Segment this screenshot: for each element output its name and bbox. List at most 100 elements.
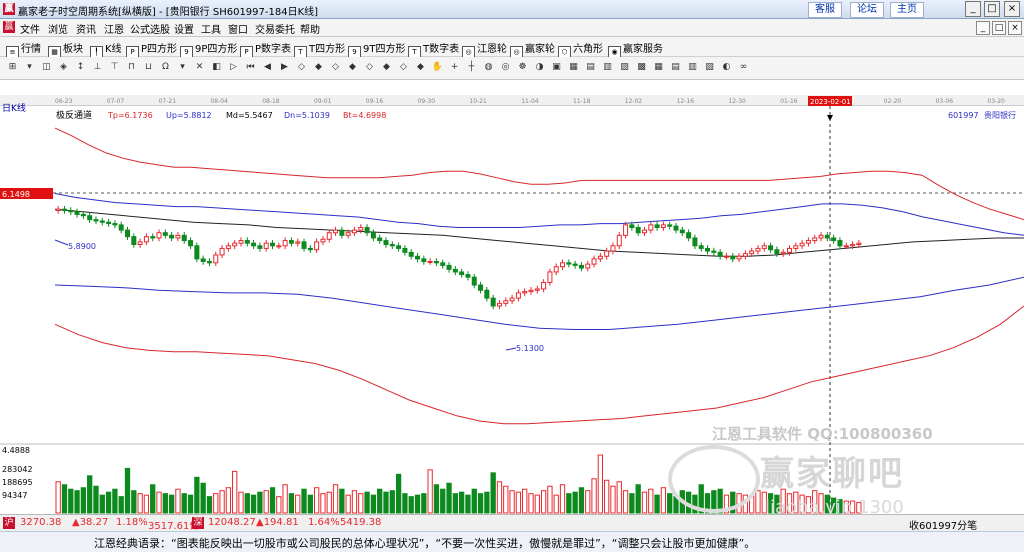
volume-bar: [105, 491, 112, 514]
draw-tool-icon[interactable]: ⊓: [125, 61, 138, 74]
menu-help[interactable]: 帮助: [300, 21, 320, 36]
volume-bar: [194, 476, 200, 514]
candle-body: [837, 240, 843, 247]
minimize-button[interactable]: _: [965, 1, 981, 17]
draw-tool-icon[interactable]: +: [448, 61, 461, 74]
draw-tool-icon[interactable]: ◆: [380, 61, 393, 74]
draw-tool-icon[interactable]: ◐: [720, 61, 733, 74]
draw-tool-icon[interactable]: ◆: [312, 61, 325, 74]
candle-body: [61, 208, 67, 211]
candle-body: [717, 251, 723, 257]
draw-tool-icon[interactable]: ◑: [533, 61, 546, 74]
volume-bar: [364, 491, 370, 514]
volume-bar: [477, 493, 484, 514]
draw-tool-icon[interactable]: ◇: [363, 61, 376, 74]
volume-bar: [572, 491, 578, 514]
draw-tool-icon[interactable]: ◎: [499, 61, 512, 74]
draw-tool-icon[interactable]: ∞: [737, 61, 750, 74]
menu-file[interactable]: 文件: [20, 21, 40, 36]
draw-tool-icon[interactable]: ◈: [57, 61, 70, 74]
draw-tool-icon[interactable]: ⊞: [6, 61, 19, 74]
volume-bar: [452, 493, 458, 514]
candle-body: [440, 262, 446, 266]
high-marker-label: 5.8900: [68, 242, 96, 251]
menu-trade[interactable]: 交易委托: [255, 21, 295, 36]
sh-market-icon[interactable]: 沪: [3, 517, 15, 529]
close-button[interactable]: ×: [1004, 1, 1020, 17]
watermark-line2: 赢家聊吧: [760, 454, 904, 494]
candle-body: [698, 245, 704, 249]
volume-bar: [250, 494, 257, 514]
draw-tool-icon[interactable]: ◆: [414, 61, 427, 74]
volume-bar: [68, 488, 74, 514]
status-right-text[interactable]: 收601997分笔: [909, 517, 977, 532]
doc-icon[interactable]: 赢: [3, 21, 15, 33]
maximize-button[interactable]: □: [984, 1, 1000, 17]
draw-tool-icon[interactable]: ⊥: [91, 61, 104, 74]
link-customer-service[interactable]: 客服: [808, 2, 842, 18]
draw-tool-icon[interactable]: ◇: [397, 61, 410, 74]
draw-tool-icon[interactable]: ◫: [40, 61, 53, 74]
draw-tool-icon[interactable]: ◆: [346, 61, 359, 74]
mdi-minimize-button[interactable]: _: [976, 21, 990, 35]
draw-tool-icon[interactable]: ▣: [550, 61, 563, 74]
link-home[interactable]: 主页: [890, 2, 924, 18]
candle-body: [805, 240, 811, 244]
volume-bar: [440, 488, 446, 514]
candle-body: [723, 255, 729, 258]
draw-tool-icon[interactable]: ☸: [516, 61, 529, 74]
menu-tools[interactable]: 工具: [201, 21, 221, 36]
draw-tool-icon[interactable]: ▶: [278, 61, 291, 74]
draw-tool-icon[interactable]: ⊤: [108, 61, 121, 74]
draw-tool-icon[interactable]: ▤: [584, 61, 597, 74]
candle-body: [824, 234, 830, 239]
draw-tool-icon[interactable]: ◍: [482, 61, 495, 74]
volume-bar: [395, 473, 402, 514]
draw-tool-icon[interactable]: ◇: [295, 61, 308, 74]
candle-body: [749, 250, 755, 255]
draw-tool-icon[interactable]: ✕: [193, 61, 206, 74]
draw-tool-icon[interactable]: ▦: [567, 61, 580, 74]
volume-bar: [351, 490, 358, 514]
draw-tool-icon[interactable]: ▤: [669, 61, 682, 74]
mdi-close-button[interactable]: ×: [1008, 21, 1022, 35]
candle-body: [585, 263, 591, 269]
draw-tool-icon[interactable]: ▾: [176, 61, 189, 74]
candle-body: [106, 221, 112, 225]
draw-tool-icon[interactable]: ▥: [686, 61, 699, 74]
draw-tool-icon[interactable]: ▥: [601, 61, 614, 74]
draw-tool-icon[interactable]: ▨: [618, 61, 631, 74]
menu-settings[interactable]: 设置: [174, 21, 194, 36]
draw-tool-icon[interactable]: Ω: [159, 61, 172, 74]
draw-tool-icon[interactable]: ◀: [261, 61, 274, 74]
draw-tool-icon[interactable]: ◧: [210, 61, 223, 74]
candle-body: [793, 245, 799, 249]
draw-tool-icon[interactable]: ┼: [465, 61, 478, 74]
volume-bar: [414, 494, 421, 514]
volume-bar: [168, 494, 175, 514]
draw-tool-icon[interactable]: ◇: [329, 61, 342, 74]
menu-gann[interactable]: 江恩: [104, 21, 124, 36]
draw-tool-icon[interactable]: ▾: [23, 61, 36, 74]
draw-tool-icon[interactable]: ⏮: [244, 61, 257, 74]
sz-market-icon[interactable]: 深: [192, 517, 204, 529]
menu-formula[interactable]: 公式选股: [130, 21, 170, 36]
menu-browse[interactable]: 浏览: [48, 21, 68, 36]
draw-tool-icon[interactable]: ▦: [652, 61, 665, 74]
volume-bar: [320, 493, 326, 514]
candle-body: [93, 219, 99, 222]
menu-window[interactable]: 窗口: [228, 21, 248, 36]
volume-tick-label: 4.4888: [2, 446, 30, 455]
link-forum[interactable]: 论坛: [850, 2, 884, 18]
menu-news[interactable]: 资讯: [76, 21, 96, 36]
draw-tool-icon[interactable]: ▩: [635, 61, 648, 74]
draw-tool-icon[interactable]: ▧: [703, 61, 716, 74]
mdi-restore-button[interactable]: □: [992, 21, 1006, 35]
candle-body: [850, 243, 856, 247]
volume-bar: [503, 485, 509, 514]
draw-tool-icon[interactable]: ⊔: [142, 61, 155, 74]
draw-tool-icon[interactable]: ↕: [74, 61, 87, 74]
draw-tool-icon[interactable]: ✋: [431, 61, 444, 74]
draw-tool-icon[interactable]: ▷: [227, 61, 240, 74]
volume-bar: [150, 484, 156, 514]
